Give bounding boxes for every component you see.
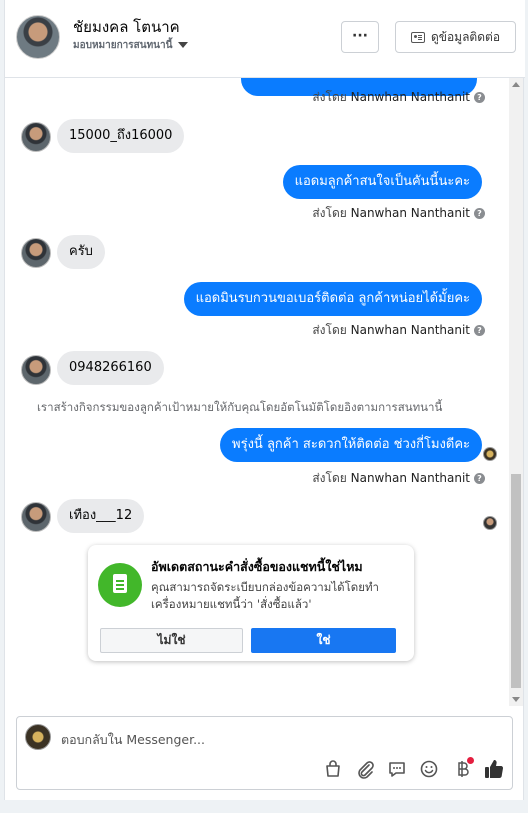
sender-avatar	[21, 238, 51, 268]
order-list-icon	[98, 563, 142, 607]
order-status-card: อัพเดตสถานะคำสั่งซื้อของแชทนี้ใช่ไหม คุณ…	[88, 545, 414, 661]
card-title: อัพเดตสถานะคำสั่งซื้อของแชทนี้ใช่ไหม	[151, 559, 363, 574]
reply-input[interactable]	[61, 730, 461, 748]
card-description: คุณสามารถจัดระเบียบกล่องข้อความได้โดยทำเ…	[151, 580, 380, 611]
message-bubble-incoming: 0948266160	[57, 351, 164, 385]
sent-by-label: ส่งโดย Nanwhan Nanthanit?	[312, 204, 485, 223]
message-bubble-outgoing: พรุ่งนี้ ลูกค้า สะดวกให้ติดต่อ ช่วงกี่โม…	[220, 428, 482, 462]
sender-avatar	[21, 122, 51, 152]
help-icon[interactable]: ?	[474, 325, 485, 336]
conversation-panel: ชัยมงคล โตนาค มอบหมายการสนทนานี้ ··· ดูข…	[4, 0, 525, 800]
contact-card-icon	[410, 31, 425, 43]
no-button[interactable]: ไม่ใช่	[100, 628, 243, 653]
assign-conversation-dropdown[interactable]: มอบหมายการสนทนานี้	[73, 38, 189, 53]
assign-label: มอบหมายการสนทนานี้	[73, 40, 173, 51]
page-avatar	[25, 724, 51, 750]
message-composer	[16, 716, 513, 790]
view-contact-button[interactable]: ดูข้อมูลติดต่อ	[395, 21, 516, 53]
system-activity-note: เราสร้างกิจกรรมของลูกค้าเป้าหมายให้กับคุ…	[37, 400, 443, 414]
sent-by-label: ส่งโดย Nanwhan Nanthanit?	[312, 88, 485, 107]
bag-icon[interactable]	[323, 759, 343, 779]
thumbs-up-icon[interactable]	[483, 758, 505, 780]
message-bubble-incoming: เทือง___12	[57, 499, 145, 533]
sent-by-label: ส่งโดย Nanwhan Nanthanit?	[312, 321, 485, 340]
read-receipt-avatar	[483, 516, 497, 530]
notification-dot	[467, 757, 474, 764]
yes-button[interactable]: ใช่	[251, 628, 396, 653]
message-thread[interactable]: ส่งโดย Nanwhan Nanthanit? 15000_ถึง16000…	[5, 78, 525, 706]
sent-by-label: ส่งโดย Nanwhan Nanthanit?	[312, 469, 485, 488]
chat-bubble-icon[interactable]	[387, 759, 407, 779]
conversation-header: ชัยมงคล โตนาค มอบหมายการสนทนานี้ ··· ดูข…	[5, 0, 525, 78]
message-bubble-outgoing: แอดมลูกค้าสนใจเป็นคันนี้นะคะ	[282, 165, 482, 199]
contact-avatar[interactable]	[16, 15, 60, 59]
scroll-up-arrow-icon[interactable]	[512, 82, 520, 87]
sender-avatar	[21, 502, 51, 532]
help-icon[interactable]: ?	[474, 473, 485, 484]
caret-down-icon	[178, 42, 189, 48]
scroll-down-arrow-icon[interactable]	[512, 697, 520, 702]
seen-avatar	[483, 447, 497, 461]
message-bubble-outgoing: แอดมินรบกวนขอเบอร์ติดต่อ ลูกค้าหน่อยได้ม…	[183, 282, 482, 316]
sender-avatar	[21, 355, 51, 385]
help-icon[interactable]: ?	[474, 208, 485, 219]
emoji-icon[interactable]	[419, 759, 439, 779]
more-options-button[interactable]: ···	[341, 21, 379, 53]
help-icon[interactable]: ?	[474, 92, 485, 103]
message-bubble-incoming: ครับ	[57, 235, 105, 269]
baht-payment-button[interactable]	[453, 757, 474, 779]
view-contact-label: ดูข้อมูลติดต่อ	[430, 29, 501, 44]
paperclip-icon[interactable]	[355, 759, 375, 779]
thread-scrollbar[interactable]	[509, 78, 523, 706]
message-bubble-incoming: 15000_ถึง16000	[57, 119, 185, 153]
scroll-thumb[interactable]	[511, 474, 521, 688]
contact-name[interactable]: ชัยมงคล โตนาค	[73, 15, 180, 39]
